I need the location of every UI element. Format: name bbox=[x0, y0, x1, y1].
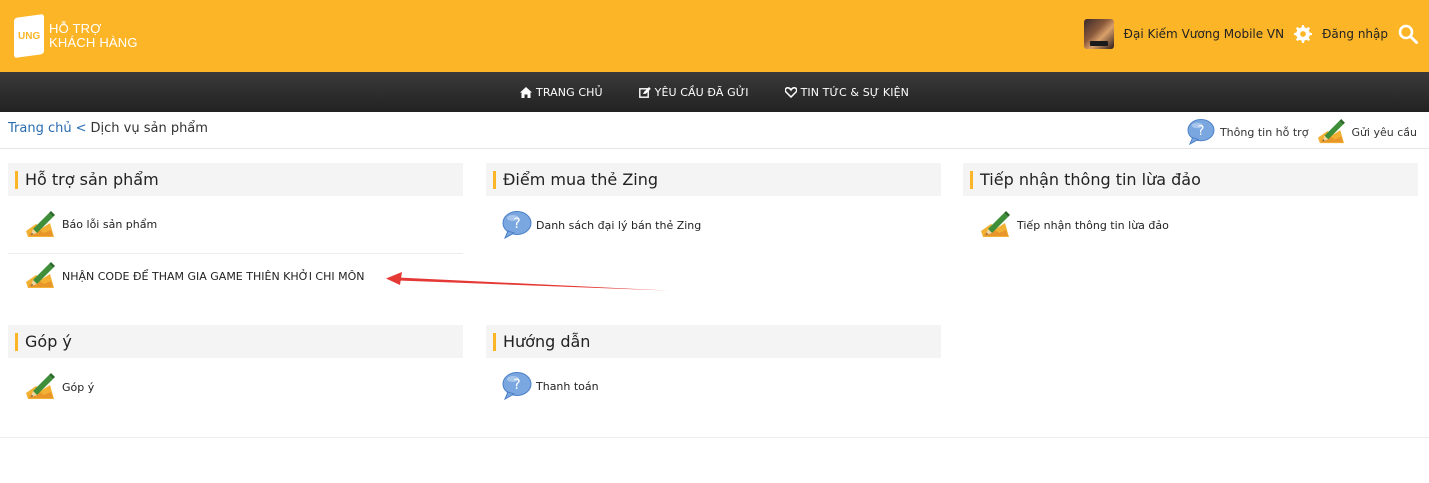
list-item-label: Danh sách đại lý bán thẻ Zing bbox=[536, 218, 702, 232]
pen-icon[interactable] bbox=[1316, 119, 1346, 145]
section-title: Hướng dẫn bbox=[503, 332, 591, 351]
nav-item-news[interactable]: TIN TỨC & SỰ KIỆN bbox=[784, 85, 909, 99]
breadcrumb: Trang chủ < Dịch vụ sản phẩm bbox=[8, 121, 208, 136]
edit-icon bbox=[638, 86, 651, 98]
header-actions: Đại Kiếm Vương Mobile VN Đăng nhập bbox=[1083, 18, 1418, 50]
breadcrumb-actions: Thông tin hỗ trợ Gửi yêu cầu bbox=[1186, 119, 1417, 145]
pen-icon bbox=[24, 373, 56, 401]
pen-icon bbox=[979, 211, 1011, 239]
list-item-label: Báo lỗi sản phẩm bbox=[62, 218, 158, 231]
support-info-link[interactable]: Thông tin hỗ trợ bbox=[1220, 126, 1308, 139]
gear-icon[interactable] bbox=[1294, 25, 1313, 43]
home-icon bbox=[520, 86, 533, 98]
section-header: Góp ý bbox=[8, 325, 463, 358]
list-item-label: Tiếp nhận thông tin lừa đảo bbox=[1017, 218, 1169, 232]
section-header: Tiếp nhận thông tin lừa đảo bbox=[963, 163, 1418, 196]
section-zing-card: Điểm mua thẻ Zing Danh sách đại lý bán t… bbox=[486, 163, 941, 254]
list-item[interactable]: NHẬN CODE ĐỂ THAM GIA GAME THIÊN KHỞI CH… bbox=[8, 254, 463, 298]
nav-label: TRANG CHỦ bbox=[536, 85, 603, 99]
nav-label: TIN TỨC & SỰ KIỆN bbox=[800, 85, 909, 99]
section-feedback: Góp ý Góp ý bbox=[8, 325, 463, 416]
section-header: Hỗ trợ sản phẩm bbox=[8, 163, 463, 196]
section-title: Hỗ trợ sản phẩm bbox=[25, 170, 159, 189]
breadcrumb-separator: < bbox=[75, 121, 87, 136]
breadcrumb-home[interactable]: Trang chủ bbox=[8, 121, 72, 136]
section-title: Điểm mua thẻ Zing bbox=[503, 170, 659, 189]
question-bubble-icon[interactable] bbox=[1186, 119, 1216, 145]
breadcrumb-current: Dịch vụ sản phẩm bbox=[90, 121, 208, 136]
logo[interactable]: UNG HỖ TRỢ KHÁCH HÀNG bbox=[14, 13, 138, 59]
section-title: Góp ý bbox=[25, 332, 72, 351]
list-item[interactable]: Danh sách đại lý bán thẻ Zing bbox=[486, 196, 941, 254]
pen-icon bbox=[24, 262, 56, 290]
game-name[interactable]: Đại Kiếm Vương Mobile VN bbox=[1124, 27, 1284, 41]
heart-icon bbox=[784, 86, 797, 98]
section-header: Điểm mua thẻ Zing bbox=[486, 163, 941, 196]
logo-line-1: HỖ TRỢ bbox=[49, 21, 102, 36]
section-product-support: Hỗ trợ sản phẩm Báo lỗi sản phẩm NHẬN CO… bbox=[8, 163, 463, 298]
list-item[interactable]: Góp ý bbox=[8, 358, 463, 416]
nav-item-sent-requests[interactable]: YÊU CẦU ĐÃ GỬI bbox=[638, 85, 749, 99]
list-item-label: Thanh toán bbox=[536, 379, 599, 393]
search-icon[interactable] bbox=[1398, 24, 1418, 44]
list-item[interactable]: Báo lỗi sản phẩm bbox=[8, 196, 463, 254]
pen-icon bbox=[24, 211, 56, 239]
login-link[interactable]: Đăng nhập bbox=[1322, 27, 1388, 41]
question-bubble-icon bbox=[502, 211, 532, 239]
nav-item-home[interactable]: TRANG CHỦ bbox=[520, 86, 603, 99]
game-avatar[interactable] bbox=[1083, 19, 1114, 49]
section-header: Hướng dẫn bbox=[486, 325, 941, 358]
list-item-label: Góp ý bbox=[62, 380, 95, 394]
send-request-link[interactable]: Gửi yêu cầu bbox=[1351, 126, 1417, 139]
content-divider bbox=[0, 437, 1429, 438]
list-item[interactable]: Thanh toán bbox=[486, 358, 941, 414]
section-fraud-report: Tiếp nhận thông tin lừa đảo Tiếp nhận th… bbox=[963, 163, 1418, 254]
list-item-label: NHẬN CODE ĐỂ THAM GIA GAME THIÊN KHỞI CH… bbox=[62, 269, 365, 283]
section-title: Tiếp nhận thông tin lừa đảo bbox=[980, 170, 1201, 189]
logo-line-2: KHÁCH HÀNG bbox=[49, 35, 138, 50]
breadcrumb-bar: Trang chủ < Dịch vụ sản phẩm Thông tin hỗ … bbox=[0, 112, 1429, 149]
question-bubble-icon bbox=[502, 372, 532, 400]
section-guide: Hướng dẫn Thanh toán bbox=[486, 325, 941, 414]
nav-label: YÊU CẦU ĐÃ GỬI bbox=[654, 85, 749, 99]
header-bar: UNG HỖ TRỢ KHÁCH HÀNG Đại Kiếm Vương Mob… bbox=[0, 0, 1429, 72]
logo-text: HỖ TRỢ KHÁCH HÀNG bbox=[49, 22, 138, 50]
logo-mark-icon: UNG bbox=[14, 13, 44, 59]
list-item[interactable]: Tiếp nhận thông tin lừa đảo bbox=[963, 196, 1418, 254]
main-nav: TRANG CHỦ YÊU CẦU ĐÃ GỬI TIN TỨC & SỰ KI… bbox=[0, 72, 1429, 112]
